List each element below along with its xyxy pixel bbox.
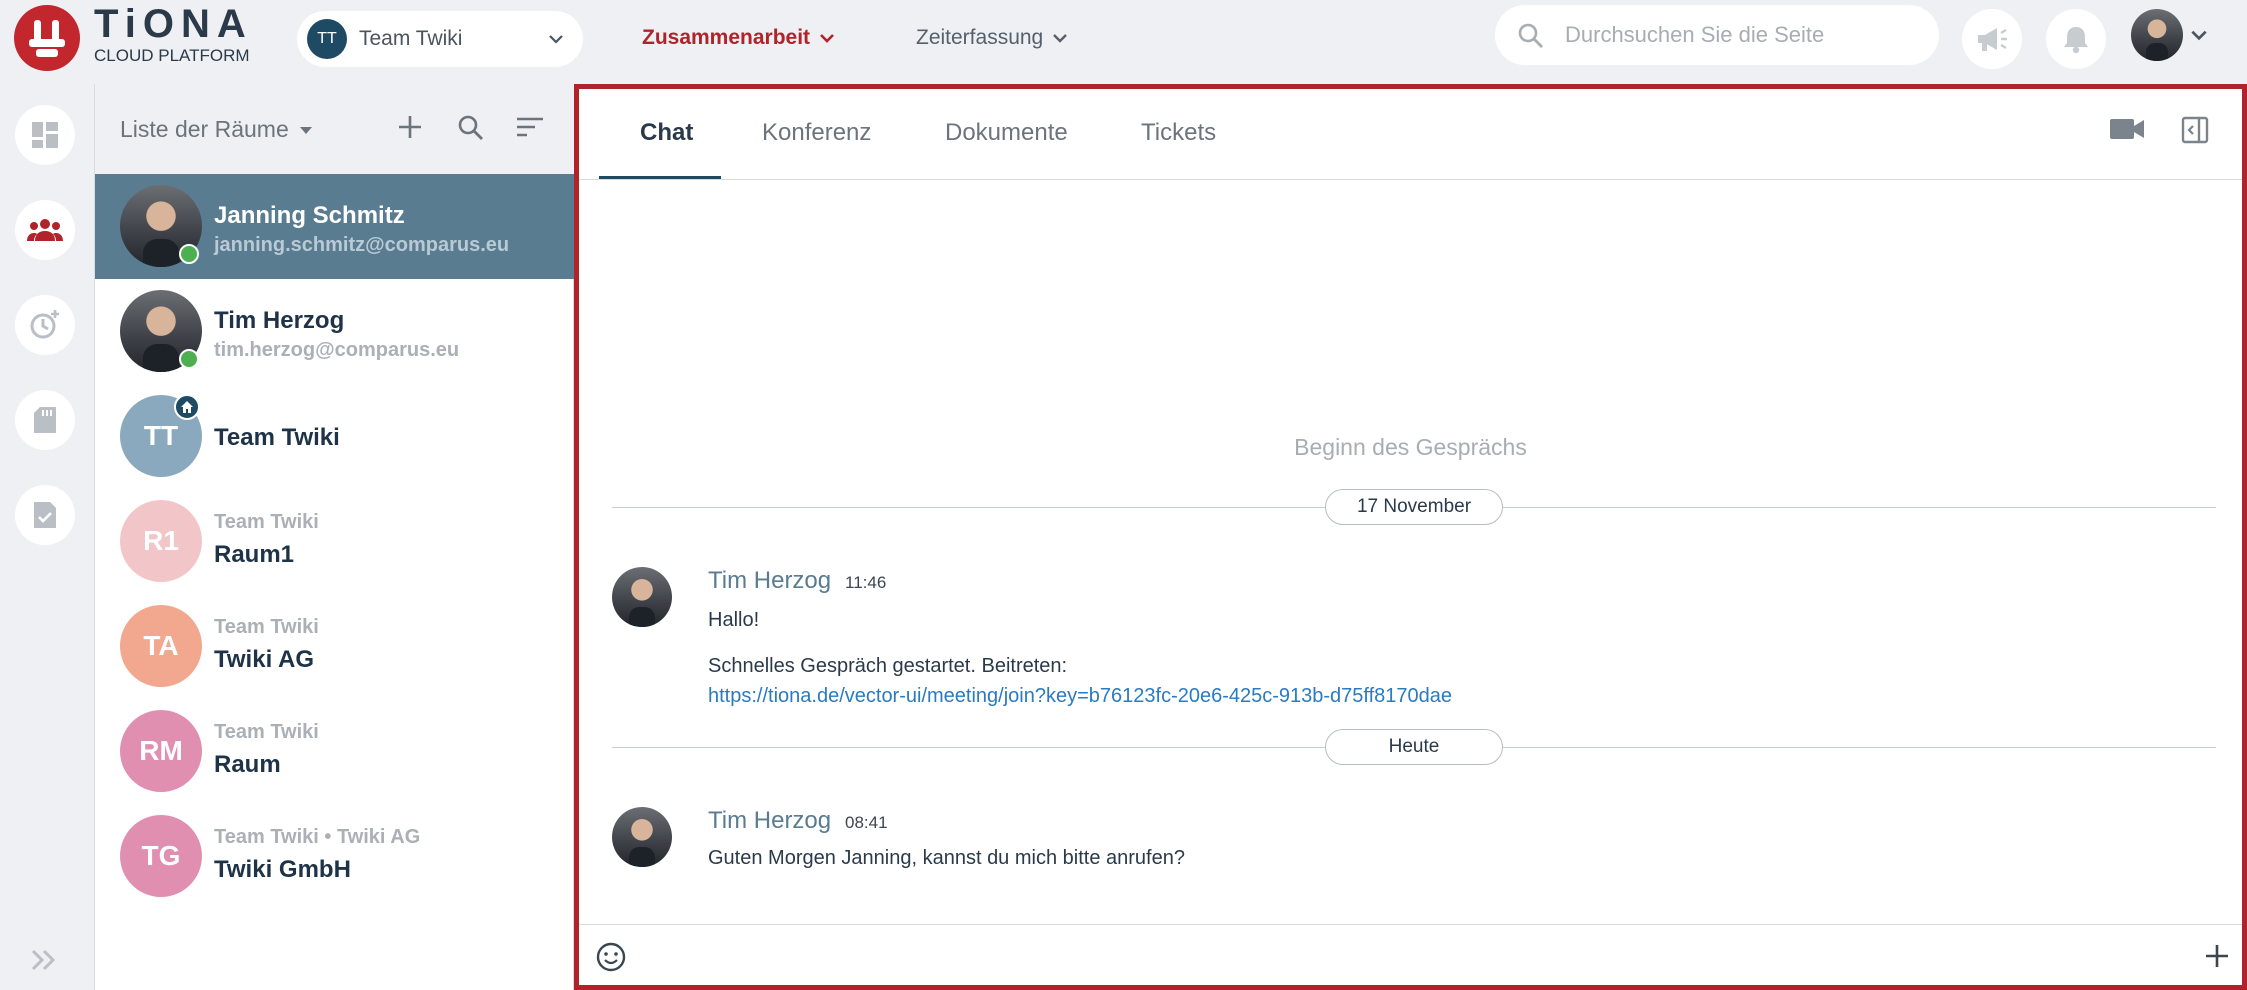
room-item-team-twiki[interactable]: TT Team Twiki — [95, 384, 574, 489]
date-separator: 17 November — [612, 489, 2216, 525]
chevron-down-icon — [1053, 34, 1068, 43]
room-name: Janning Schmitz — [214, 202, 405, 229]
message-text: Schnelles Gespräch gestartet. Beitreten: — [708, 655, 1068, 677]
rail-tasks-button[interactable] — [15, 485, 75, 545]
brand-subtitle: CLOUD PLATFORM — [94, 46, 250, 65]
message-input[interactable] — [647, 937, 2147, 973]
room-subtitle: tim.herzog@comparus.eu — [214, 339, 460, 361]
nav-time-tracking-label: Zeiterfassung — [916, 26, 1044, 49]
timer-icon — [30, 310, 59, 339]
message-sender[interactable]: Tim Herzog — [708, 807, 831, 835]
nav-collaboration-label: Zusammenarbeit — [642, 26, 811, 49]
room-item-tim-herzog[interactable]: Tim Herzog tim.herzog@comparus.eu — [95, 279, 574, 384]
left-rail — [0, 84, 95, 990]
sender-avatar[interactable] — [612, 567, 672, 627]
rail-documents-button[interactable] — [15, 390, 75, 450]
message-text: Guten Morgen Janning, kannst du mich bit… — [708, 847, 1185, 869]
rail-time-button[interactable] — [15, 295, 75, 355]
room-item-raum[interactable]: RM Team Twiki Raum — [95, 699, 574, 804]
sender-avatar[interactable] — [612, 807, 672, 867]
room-subtitle: Team Twiki — [214, 616, 319, 638]
room-avatar: RM — [120, 710, 202, 792]
room-name: Twiki AG — [214, 646, 315, 673]
room-list-header: Liste der Räume — [95, 84, 574, 174]
notifications-button[interactable] — [2046, 9, 2106, 69]
emoji-icon[interactable] — [595, 941, 627, 973]
announcements-button[interactable] — [1962, 9, 2022, 69]
team-selector-label: Team Twiki — [359, 27, 463, 50]
user-avatar — [2131, 9, 2183, 61]
user-menu[interactable] — [2131, 9, 2209, 61]
room-name: Raum1 — [214, 541, 295, 568]
tab-chat[interactable]: Chat — [640, 119, 693, 147]
room-subtitle: Team Twiki • Twiki AG — [214, 826, 421, 848]
message-text: Hallo! — [708, 609, 760, 631]
room-item-twiki-gmbh[interactable]: TG Team Twiki • Twiki AG Twiki GmbH — [95, 804, 574, 909]
rail-collaboration-button[interactable] — [15, 200, 75, 260]
search-icon — [1518, 23, 1543, 48]
top-bar: TiONA CLOUD PLATFORM TT Team Twiki Zusam… — [0, 0, 2247, 84]
date-separator: Heute — [612, 729, 2216, 765]
conversation-start-label: Beginn des Gesprächs — [1294, 434, 1527, 460]
team-selector[interactable]: TT Team Twiki — [297, 11, 583, 67]
tiona-logo-icon[interactable] — [14, 5, 80, 71]
rail-dashboard-button[interactable] — [15, 105, 75, 165]
nav-time-tracking[interactable]: Zeiterfassung — [916, 26, 1069, 50]
room-name: Raum — [214, 751, 281, 778]
room-list-title[interactable]: Liste der Räume — [120, 116, 313, 143]
team-avatar: TT — [307, 19, 347, 59]
megaphone-icon — [1978, 28, 2007, 51]
room-name: Tim Herzog — [214, 307, 345, 334]
message-time: 11:46 — [845, 573, 887, 592]
brand-title: TiONA — [94, 2, 253, 46]
search-input[interactable] — [1565, 5, 1925, 65]
room-list-panel: Liste der Räume Janning Schmitz janning.… — [95, 84, 574, 990]
room-item-janning-schmitz[interactable]: Janning Schmitz janning.schmitz@comparus… — [95, 174, 574, 279]
toggle-sidebar-icon[interactable] — [2181, 116, 2209, 144]
room-name: Team Twiki — [214, 424, 340, 451]
nav-collaboration[interactable]: Zusammenarbeit — [642, 26, 836, 50]
room-avatar: TA — [120, 605, 202, 687]
chevron-down-icon — [549, 35, 563, 44]
meeting-join-link[interactable]: https://tiona.de/vector-ui/meeting/join?… — [708, 685, 1452, 708]
room-subtitle: Team Twiki — [214, 511, 319, 533]
document-icon — [34, 407, 56, 433]
search-rooms-icon[interactable] — [457, 114, 485, 142]
online-status-icon — [179, 244, 199, 264]
room-name: Twiki GmbH — [214, 856, 351, 883]
chat-panel: Chat Konferenz Dokumente Tickets Beginn … — [574, 84, 2247, 990]
dashboard-icon — [32, 122, 58, 148]
room-avatar: R1 — [120, 500, 202, 582]
chat-tabs: Chat Konferenz Dokumente Tickets — [579, 89, 2242, 180]
caret-down-icon — [299, 126, 312, 134]
video-call-icon[interactable] — [2109, 116, 2145, 142]
room-subtitle: janning.schmitz@comparus.eu — [214, 234, 510, 256]
home-icon — [174, 394, 200, 420]
chevron-down-icon — [820, 34, 834, 43]
sort-icon[interactable] — [515, 114, 545, 140]
room-subtitle: Team Twiki — [214, 721, 319, 743]
room-item-raum1[interactable]: R1 Team Twiki Raum1 — [95, 489, 574, 594]
room-item-twiki-ag[interactable]: TA Team Twiki Twiki AG — [95, 594, 574, 699]
expand-icon[interactable] — [30, 948, 58, 972]
message-sender[interactable]: Tim Herzog — [708, 567, 831, 595]
message-time: 08:41 — [845, 813, 888, 832]
page-search — [1495, 5, 1939, 65]
message-composer — [579, 924, 2242, 985]
attach-plus-icon[interactable] — [2204, 943, 2230, 969]
chevron-down-icon — [2191, 30, 2207, 41]
date-pill: Heute — [1325, 729, 1503, 765]
room-avatar: TG — [120, 815, 202, 897]
tab-tickets[interactable]: Tickets — [1141, 119, 1216, 147]
people-icon — [27, 219, 63, 241]
bell-icon — [2064, 27, 2088, 54]
room-list-title-label: Liste der Räume — [120, 116, 289, 142]
active-tab-indicator — [599, 176, 721, 179]
add-room-icon[interactable] — [397, 114, 423, 140]
tab-dokumente[interactable]: Dokumente — [945, 119, 1068, 147]
date-pill: 17 November — [1325, 489, 1503, 525]
online-status-icon — [179, 349, 199, 369]
tab-konferenz[interactable]: Konferenz — [762, 119, 871, 147]
task-icon — [34, 502, 56, 528]
